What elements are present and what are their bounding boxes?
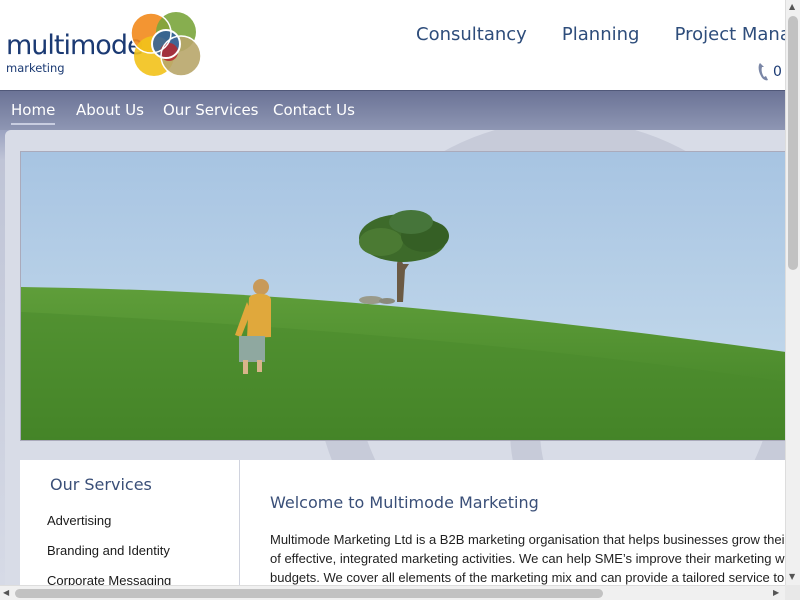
sidebar-title: Our Services	[50, 475, 152, 494]
top-links: Consultancy Planning Project Manage	[416, 24, 785, 45]
service-link-corporate-messaging[interactable]: Corporate Messaging	[47, 573, 171, 585]
vertical-scrollbar[interactable]: ▲ ▼	[785, 0, 800, 585]
page-heading: Welcome to Multimode Marketing	[270, 493, 539, 512]
nav-item-about-us[interactable]: About Us	[76, 101, 144, 119]
logo-wordmark: multimode	[6, 30, 144, 61]
nav-item-home[interactable]: Home	[11, 101, 56, 125]
hero-photo-boy-in-field	[21, 152, 785, 440]
phone-contact: 0	[757, 62, 782, 82]
venn-logo-icon	[130, 12, 202, 77]
service-link-advertising[interactable]: Advertising	[47, 513, 171, 543]
site-logo[interactable]: multimode marketing	[6, 12, 206, 78]
intro-line-3: budgets. We cover all elements of the ma…	[270, 570, 785, 585]
top-link-project-management[interactable]: Project Manage	[675, 24, 785, 45]
intro-paragraph: Multimode Marketing Ltd is a B2B marketi…	[270, 530, 785, 585]
scroll-right-icon[interactable]: ▶	[773, 588, 779, 597]
services-sidebar: Our Services Advertising Branding and Id…	[20, 460, 240, 585]
scroll-down-icon[interactable]: ▼	[789, 572, 795, 581]
intro-line-1: Multimode Marketing Ltd is a B2B marketi…	[270, 532, 785, 547]
vertical-scroll-thumb[interactable]	[788, 16, 798, 270]
page-viewport: multimode marketing Consultancy Planning…	[0, 0, 785, 585]
horizontal-scrollbar[interactable]: ◀ ▶	[0, 585, 785, 600]
scroll-left-icon[interactable]: ◀	[3, 588, 9, 597]
phone-number: 0	[773, 64, 782, 80]
hero-image	[20, 151, 785, 441]
site-header: multimode marketing Consultancy Planning…	[0, 0, 785, 90]
horizontal-scroll-thumb[interactable]	[15, 589, 603, 598]
main-nav: Home About Us Our Services Contact Us	[0, 90, 785, 131]
logo-subtitle: marketing	[6, 61, 65, 75]
services-list: Advertising Branding and Identity Corpor…	[47, 513, 171, 585]
phone-icon	[758, 63, 768, 81]
top-link-planning[interactable]: Planning	[562, 24, 640, 45]
main-content: Welcome to Multimode Marketing Multimode…	[240, 460, 785, 585]
service-link-branding[interactable]: Branding and Identity	[47, 543, 171, 573]
scrollbar-corner	[785, 585, 800, 600]
scroll-up-icon[interactable]: ▲	[789, 2, 795, 11]
intro-line-2: of effective, integrated marketing activ…	[270, 551, 785, 566]
top-link-consultancy[interactable]: Consultancy	[416, 24, 527, 45]
nav-item-our-services[interactable]: Our Services	[163, 101, 259, 119]
nav-item-contact-us[interactable]: Contact Us	[273, 101, 355, 119]
